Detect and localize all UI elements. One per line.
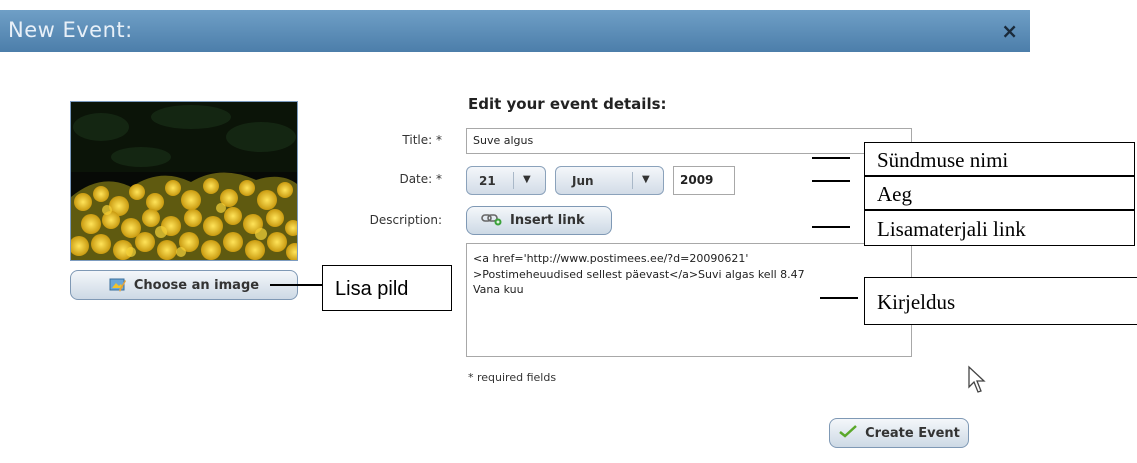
description-line: Vana kuu [473,283,524,296]
title-callout: Sündmuse nimi [864,142,1135,176]
date-callout: Aeg [864,176,1135,210]
link-callout-line [812,226,850,228]
event-image-preview [70,101,298,261]
day-select-divider [513,172,514,189]
year-input[interactable]: 2009 [673,166,735,195]
title-label: Title: * [402,133,442,147]
description-callout-line [820,297,858,299]
form-heading: Edit your event details: [468,95,667,113]
date-label: Date: * [399,172,442,186]
title-input[interactable]: Suve algus [466,128,912,154]
create-event-button[interactable]: Create Event [829,418,969,448]
chevron-down-icon: ▼ [642,174,650,185]
day-value: 21 [479,174,496,188]
description-callout: Kirjeldus [864,277,1137,325]
required-fields-note: * required fields [468,371,557,384]
description-line: <a href='http://www.postimees.ee/?d=2009… [473,252,749,265]
insert-link-button[interactable]: Insert link [466,206,612,235]
checkmark-icon [838,424,858,442]
title-callout-line [812,157,850,159]
create-event-label: Create Event [865,425,960,441]
dialog-titlebar: New Event: × [0,10,1030,52]
choose-image-button[interactable]: Choose an image [70,270,298,300]
close-icon[interactable]: × [1001,19,1018,43]
date-callout-line [812,180,850,182]
link-icon [481,212,503,230]
image-icon [109,277,127,293]
mouse-pointer-icon [966,365,988,399]
description-line: >Postimeheuudised sellest päevast</a>Suv… [473,267,805,281]
chevron-down-icon: ▼ [523,174,531,185]
month-select[interactable]: Jun ▼ [555,166,664,195]
dialog-title: New Event: [8,18,133,42]
month-value: Jun [572,174,594,188]
link-callout: Lisamaterjali link [864,210,1135,246]
description-textarea[interactable]: <a href='http://www.postimees.ee/?d=2009… [466,243,912,357]
image-callout: Lisa pild [322,265,452,311]
month-select-divider [632,172,633,189]
choose-image-label: Choose an image [133,277,260,293]
insert-link-label: Insert link [510,213,585,228]
day-select[interactable]: 21 ▼ [466,166,546,195]
image-callout-line [270,284,322,286]
description-label: Description: [369,213,442,227]
